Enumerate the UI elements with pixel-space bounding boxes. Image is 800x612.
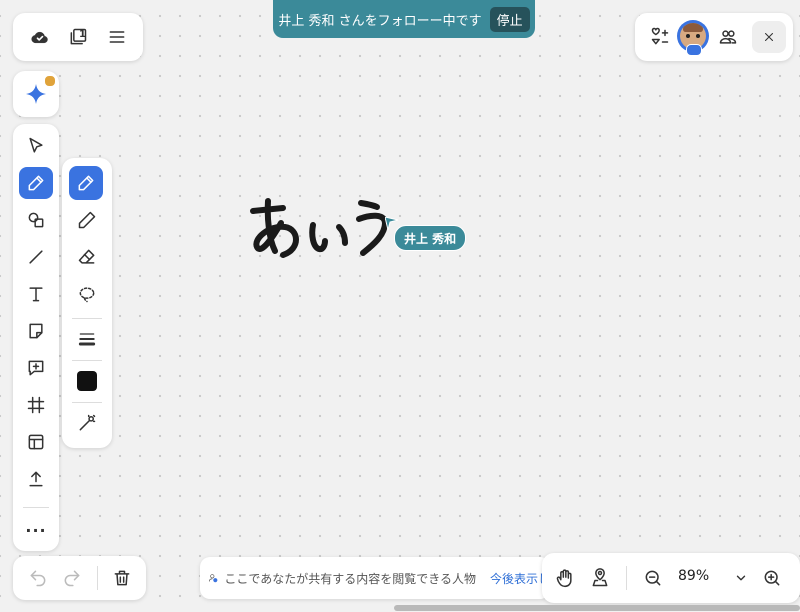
stroke-width-subtool[interactable] bbox=[70, 323, 104, 355]
menu-icon[interactable] bbox=[100, 21, 134, 53]
dont-show-again-link[interactable]: 今後表示し bbox=[490, 570, 550, 587]
zoom-panel: 89% bbox=[542, 553, 800, 603]
shapes-tool[interactable] bbox=[19, 204, 53, 236]
undo-icon[interactable] bbox=[21, 562, 55, 594]
toolbar-divider bbox=[23, 507, 49, 508]
pen-subtool[interactable] bbox=[69, 166, 103, 200]
close-icon[interactable] bbox=[752, 21, 786, 53]
stop-follow-button[interactable]: 停止 bbox=[489, 6, 530, 32]
zoom-level: 89% bbox=[678, 568, 710, 584]
history-divider bbox=[97, 566, 98, 590]
cloud-sync-icon[interactable] bbox=[23, 21, 57, 53]
frame-tool[interactable] bbox=[19, 389, 53, 421]
pencil-subtool[interactable] bbox=[70, 204, 104, 236]
template-tool[interactable] bbox=[19, 426, 53, 458]
text-tool[interactable] bbox=[19, 278, 53, 310]
eye-badge-icon bbox=[686, 44, 702, 56]
more-label: ··· bbox=[25, 520, 47, 540]
subtool-divider bbox=[72, 318, 102, 319]
trash-icon[interactable] bbox=[105, 562, 139, 594]
main-toolbar: ··· bbox=[13, 124, 59, 551]
subtool-divider bbox=[72, 402, 102, 403]
comment-tool[interactable] bbox=[19, 352, 53, 384]
remote-cursor-label: 井上 秀和 bbox=[394, 225, 467, 251]
redo-icon[interactable] bbox=[55, 562, 89, 594]
color-subtool[interactable] bbox=[70, 365, 104, 397]
top-right-panel bbox=[635, 13, 793, 61]
line-tool[interactable] bbox=[19, 241, 53, 273]
sticky-note-tool[interactable] bbox=[19, 315, 53, 347]
zoom-divider bbox=[626, 566, 627, 590]
top-left-panel: 1 bbox=[13, 13, 143, 61]
subtool-divider bbox=[72, 360, 102, 361]
chevron-down-icon[interactable] bbox=[724, 562, 758, 594]
stroke-i-left bbox=[309, 222, 328, 253]
visibility-notice: ここであなたが共有する内容を閲覧できる人物 今後表示し bbox=[200, 557, 550, 599]
ai-panel bbox=[13, 71, 59, 117]
pen-subtool-panel bbox=[62, 158, 112, 448]
magic-pen-subtool[interactable] bbox=[70, 407, 104, 439]
lasso-subtool[interactable] bbox=[70, 278, 104, 310]
handwriting-strokes bbox=[250, 198, 388, 258]
stroke-u-body bbox=[356, 212, 388, 256]
stroke-u-top bbox=[358, 200, 380, 210]
shape-recognize-icon[interactable] bbox=[643, 21, 677, 53]
person-visibility-icon bbox=[208, 574, 218, 583]
page-number: 1 bbox=[79, 29, 86, 40]
zoom-out-icon[interactable] bbox=[636, 562, 670, 594]
map-pin-icon[interactable] bbox=[583, 562, 617, 594]
follow-banner: 井上 秀和 さんをフォローー中です 停止 bbox=[273, 0, 535, 38]
stroke-i-right bbox=[336, 224, 348, 246]
pen-tool[interactable] bbox=[19, 167, 53, 199]
eraser-subtool[interactable] bbox=[70, 241, 104, 273]
more-tools-button[interactable]: ··· bbox=[19, 514, 53, 546]
follow-banner-text: 井上 秀和 さんをフォローー中です bbox=[278, 13, 482, 29]
color-swatch bbox=[77, 371, 97, 391]
people-icon[interactable] bbox=[711, 21, 745, 53]
zoom-in-icon[interactable] bbox=[755, 562, 789, 594]
lock-badge-icon bbox=[44, 75, 56, 87]
horizontal-scrollbar[interactable] bbox=[394, 605, 800, 611]
page-count-icon[interactable]: 1 bbox=[61, 21, 95, 53]
history-panel bbox=[13, 556, 146, 600]
hand-tool-icon[interactable] bbox=[548, 562, 582, 594]
upload-tool[interactable] bbox=[19, 463, 53, 495]
select-tool[interactable] bbox=[19, 130, 53, 162]
avatar[interactable] bbox=[677, 20, 709, 56]
notice-text: ここであなたが共有する内容を閲覧できる人物 bbox=[224, 571, 476, 586]
